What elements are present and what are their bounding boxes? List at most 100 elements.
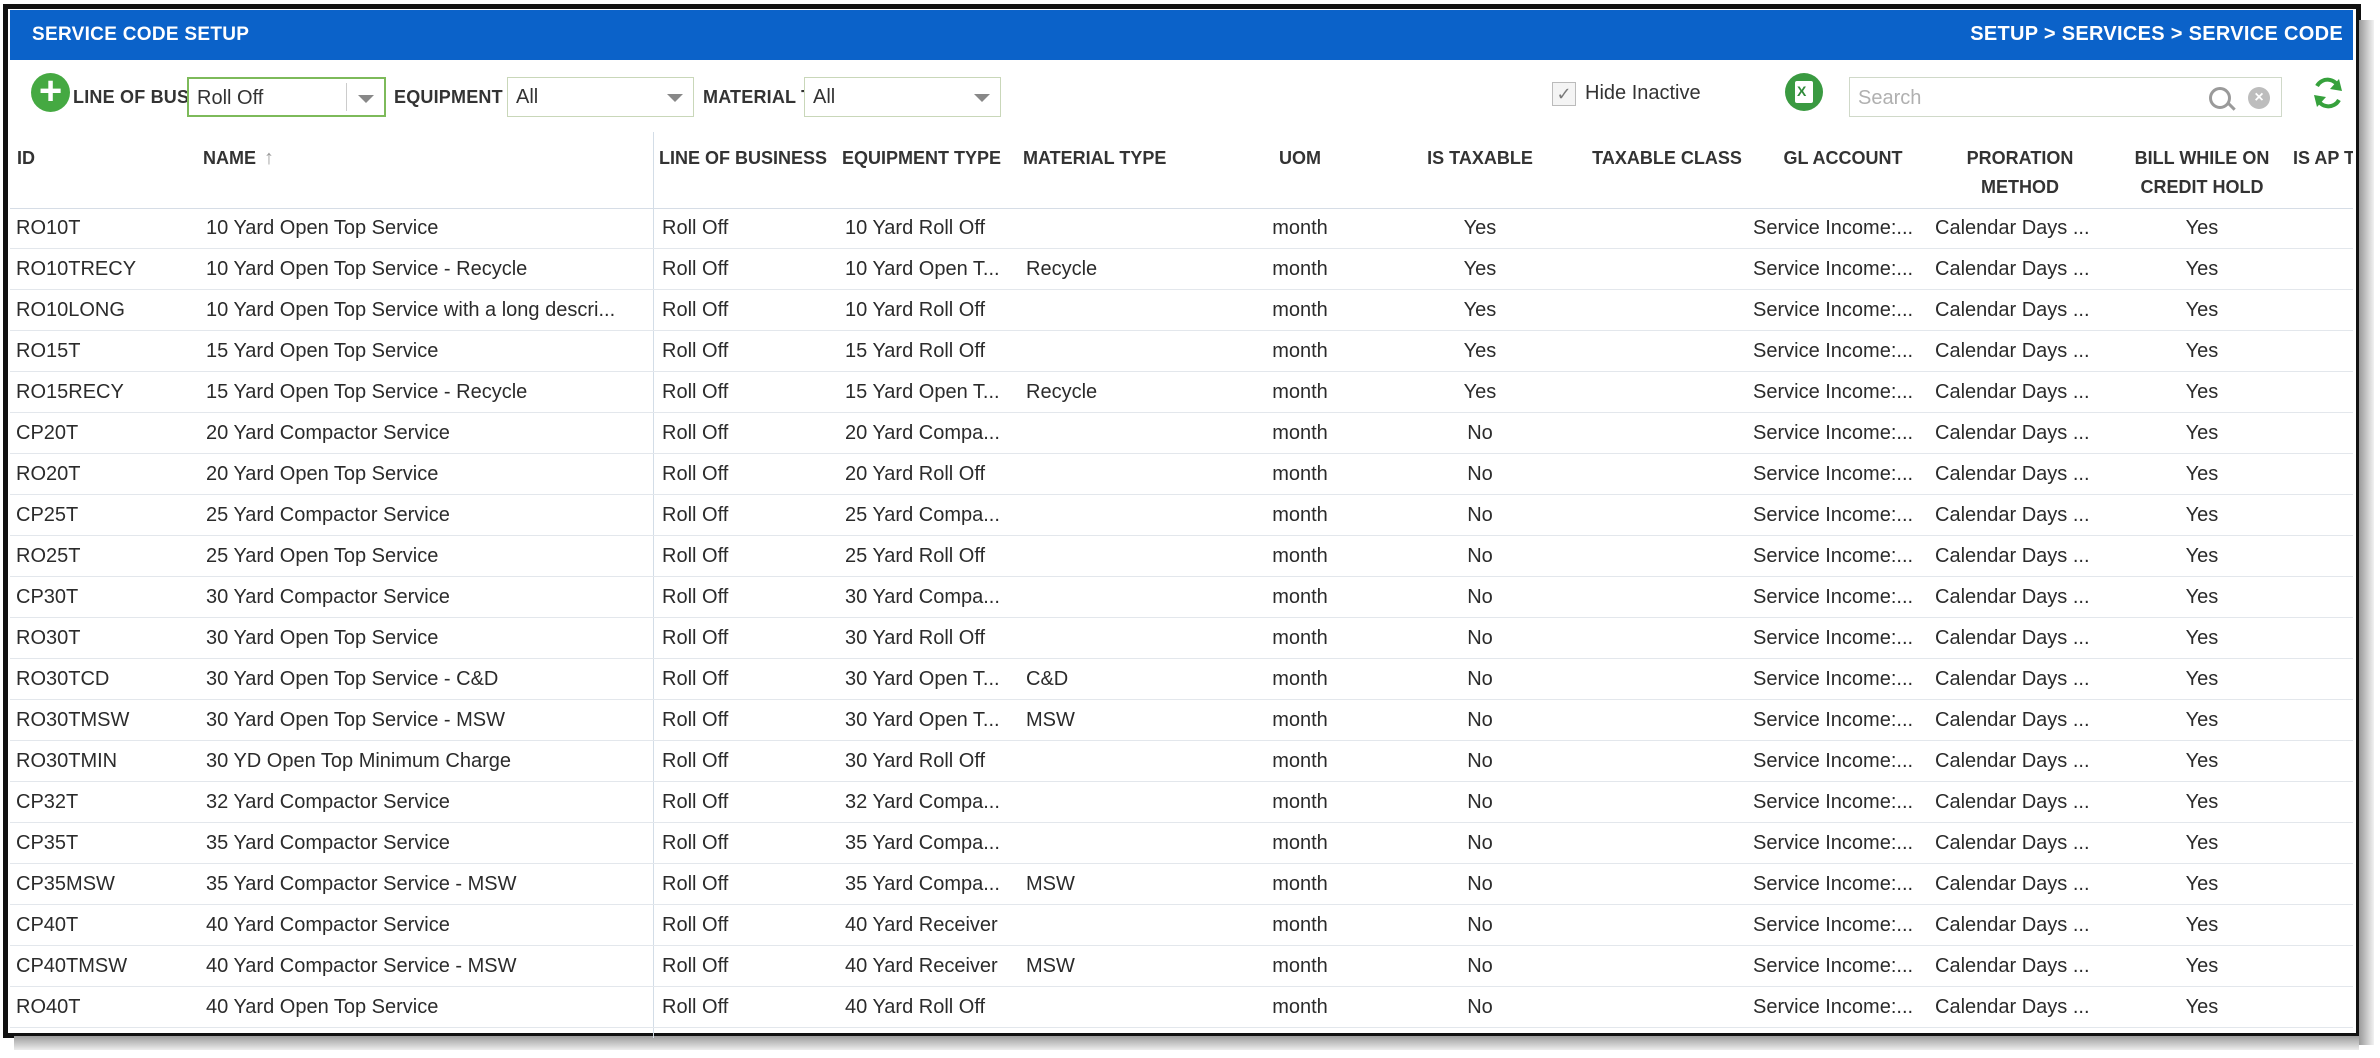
cell-id: CP30T bbox=[16, 586, 79, 608]
cell-line-of-business: Roll Off bbox=[662, 422, 729, 444]
table-row[interactable]: CP30T 30 Yard Compactor Service Roll Off 30… bbox=[10, 577, 2353, 618]
cell-name: 30 Yard Compactor Service bbox=[206, 586, 450, 608]
table-row[interactable]: CP25T 25 Yard Compactor Service Roll Off 25… bbox=[10, 495, 2353, 536]
hide-inactive-checkbox[interactable]: ✓ bbox=[1552, 82, 1576, 106]
table-row[interactable]: CP35T 35 Yard Compactor Service Roll Off 35… bbox=[10, 823, 2353, 864]
table-row[interactable]: RO40T 40 Yard Open Top Service Roll Off 40 … bbox=[10, 987, 2353, 1028]
cell-id: CP25T bbox=[16, 504, 79, 526]
cell-proration-method: Calendar Days ... bbox=[1935, 381, 2090, 403]
cell-name: 30 YD Open Top Minimum Charge bbox=[206, 750, 511, 772]
material-type-select[interactable]: All bbox=[804, 77, 1001, 117]
cell-equipment-type: 40 Yard Receiver bbox=[845, 955, 998, 977]
table-row[interactable]: RO30T 30 Yard Open Top Service Roll Off 30 … bbox=[10, 618, 2353, 659]
cell-is-taxable: No bbox=[1467, 873, 1493, 895]
cell-equipment-type: 25 Yard Compa... bbox=[845, 504, 1000, 526]
line-of-business-select[interactable]: Roll Off bbox=[187, 77, 386, 117]
cell-is-taxable: Yes bbox=[1463, 258, 1497, 280]
column-header-name[interactable]: NAME ↑ bbox=[203, 144, 274, 173]
cell-gl-account: Service Income:... bbox=[1753, 996, 1914, 1018]
table-row[interactable]: RO20T 20 Yard Open Top Service Roll Off 20 … bbox=[10, 454, 2353, 495]
chevron-down-icon bbox=[974, 94, 990, 102]
cell-equipment-type: 25 Yard Roll Off bbox=[845, 545, 986, 567]
search-input[interactable] bbox=[1850, 78, 2190, 118]
cell-id: RO30TCD bbox=[16, 668, 110, 690]
table-row[interactable]: CP32T 32 Yard Compactor Service Roll Off 32… bbox=[10, 782, 2353, 823]
column-header-proration-method[interactable]: PRORATION METHOD bbox=[1945, 144, 2095, 202]
cell-line-of-business: Roll Off bbox=[662, 996, 729, 1018]
cell-id: CP35MSW bbox=[16, 873, 115, 895]
cell-line-of-business: Roll Off bbox=[662, 586, 729, 608]
column-header-material-type[interactable]: MATERIAL TYPE bbox=[1023, 144, 1166, 173]
cell-line-of-business: Roll Off bbox=[662, 381, 729, 403]
equipment-type-select[interactable]: All bbox=[507, 77, 694, 117]
table-row[interactable]: RO30TMIN 30 YD Open Top Minimum Charge Rol… bbox=[10, 741, 2353, 782]
column-header-equipment-type[interactable]: EQUIPMENT TYPE bbox=[842, 144, 1001, 173]
column-header-line-of-business[interactable]: LINE OF BUSINESS bbox=[659, 144, 827, 173]
cell-uom: month bbox=[1272, 504, 1328, 526]
cell-gl-account: Service Income:... bbox=[1753, 709, 1914, 731]
cell-uom: month bbox=[1272, 258, 1328, 280]
cell-bill-on-credit-hold: Yes bbox=[2185, 586, 2219, 608]
cell-gl-account: Service Income:... bbox=[1753, 258, 1914, 280]
cell-equipment-type: 10 Yard Roll Off bbox=[845, 299, 986, 321]
add-service-code-button[interactable]: + bbox=[31, 71, 70, 112]
title-bar: SERVICE CODE SETUP SETUP > SERVICES > SE… bbox=[10, 10, 2353, 60]
cell-bill-on-credit-hold: Yes bbox=[2185, 627, 2219, 649]
cell-equipment-type: 30 Yard Open T... bbox=[845, 709, 1000, 731]
cell-proration-method: Calendar Days ... bbox=[1935, 258, 2090, 280]
clear-search-icon[interactable]: × bbox=[2248, 87, 2270, 109]
column-header-name-label: NAME bbox=[203, 148, 256, 168]
column-header-gl-account[interactable]: GL ACCOUNT bbox=[1763, 144, 1923, 173]
cell-gl-account: Service Income:... bbox=[1753, 832, 1914, 854]
cell-bill-on-credit-hold: Yes bbox=[2185, 955, 2219, 977]
column-header-uom[interactable]: UOM bbox=[1250, 144, 1350, 173]
cell-proration-method: Calendar Days ... bbox=[1935, 586, 2090, 608]
column-header-bill-on-credit-hold[interactable]: BILL WHILE ON CREDIT HOLD bbox=[2122, 144, 2282, 202]
cell-gl-account: Service Income:... bbox=[1753, 463, 1914, 485]
table-row[interactable]: CP40TMSW 40 Yard Compactor Service - MSW R… bbox=[10, 946, 2353, 987]
cell-is-taxable: No bbox=[1467, 832, 1493, 854]
table-row[interactable]: RO25T 25 Yard Open Top Service Roll Off 25 … bbox=[10, 536, 2353, 577]
table-row[interactable]: CP20T 20 Yard Compactor Service Roll Off 20… bbox=[10, 413, 2353, 454]
cell-uom: month bbox=[1272, 668, 1328, 690]
cell-proration-method: Calendar Days ... bbox=[1935, 996, 2090, 1018]
refresh-icon[interactable] bbox=[2309, 74, 2347, 112]
cell-equipment-type: 40 Yard Roll Off bbox=[845, 996, 986, 1018]
table-row[interactable]: CP40T 40 Yard Compactor Service Roll Off 40… bbox=[10, 905, 2353, 946]
cell-name: 40 Yard Compactor Service - MSW bbox=[206, 955, 517, 977]
cell-line-of-business: Roll Off bbox=[662, 709, 729, 731]
table-row[interactable]: RO30TCD 30 Yard Open Top Service - C&D Rol… bbox=[10, 659, 2353, 700]
column-header-proration-line2: METHOD bbox=[1981, 177, 2059, 197]
table-row[interactable]: CP35MSW 35 Yard Compactor Service - MSW Ro… bbox=[10, 864, 2353, 905]
cell-proration-method: Calendar Days ... bbox=[1935, 299, 2090, 321]
window-shadow bbox=[14, 1036, 2359, 1050]
table-row[interactable]: RO30TMSW 30 Yard Open Top Service - MSW Ro… bbox=[10, 700, 2353, 741]
export-excel-button[interactable]: X bbox=[1785, 73, 1823, 111]
cell-bill-on-credit-hold: Yes bbox=[2185, 668, 2219, 690]
breadcrumb[interactable]: SETUP > SERVICES > SERVICE CODE bbox=[1970, 23, 2343, 46]
cell-id: RO10TRECY bbox=[16, 258, 137, 280]
column-header-is-ap[interactable]: IS AP T bbox=[2293, 144, 2353, 173]
cell-bill-on-credit-hold: Yes bbox=[2185, 914, 2219, 936]
column-header-proration-line1: PRORATION bbox=[1966, 148, 2074, 168]
table-row[interactable]: RO10LONG 10 Yard Open Top Service with a … bbox=[10, 290, 2353, 331]
cell-bill-on-credit-hold: Yes bbox=[2185, 299, 2219, 321]
cell-id: RO30T bbox=[16, 627, 81, 649]
cell-name: 15 Yard Open Top Service - Recycle bbox=[206, 381, 528, 403]
table-row[interactable]: RO10T 10 Yard Open Top Service Roll Off 10 … bbox=[10, 208, 2353, 249]
cell-material-type: MSW bbox=[1026, 955, 1075, 977]
table-row[interactable]: RO10TRECY 10 Yard Open Top Service - Recy… bbox=[10, 249, 2353, 290]
column-header-taxable-class[interactable]: TAXABLE CLASS bbox=[1582, 144, 1752, 173]
column-header-id[interactable]: ID bbox=[17, 144, 35, 173]
cell-line-of-business: Roll Off bbox=[662, 340, 729, 362]
column-header-bill-line1: BILL WHILE ON bbox=[2134, 148, 2270, 168]
column-header-is-taxable[interactable]: IS TAXABLE bbox=[1410, 144, 1550, 173]
cell-proration-method: Calendar Days ... bbox=[1935, 873, 2090, 895]
table-row[interactable]: RO15RECY 15 Yard Open Top Service - Recyc… bbox=[10, 372, 2353, 413]
cell-is-taxable: Yes bbox=[1463, 217, 1497, 239]
cell-equipment-type: 30 Yard Compa... bbox=[845, 586, 1000, 608]
search-icon[interactable] bbox=[2209, 87, 2231, 109]
cell-bill-on-credit-hold: Yes bbox=[2185, 504, 2219, 526]
table-row[interactable]: RO15T 15 Yard Open Top Service Roll Off 15 … bbox=[10, 331, 2353, 372]
cell-uom: month bbox=[1272, 463, 1328, 485]
